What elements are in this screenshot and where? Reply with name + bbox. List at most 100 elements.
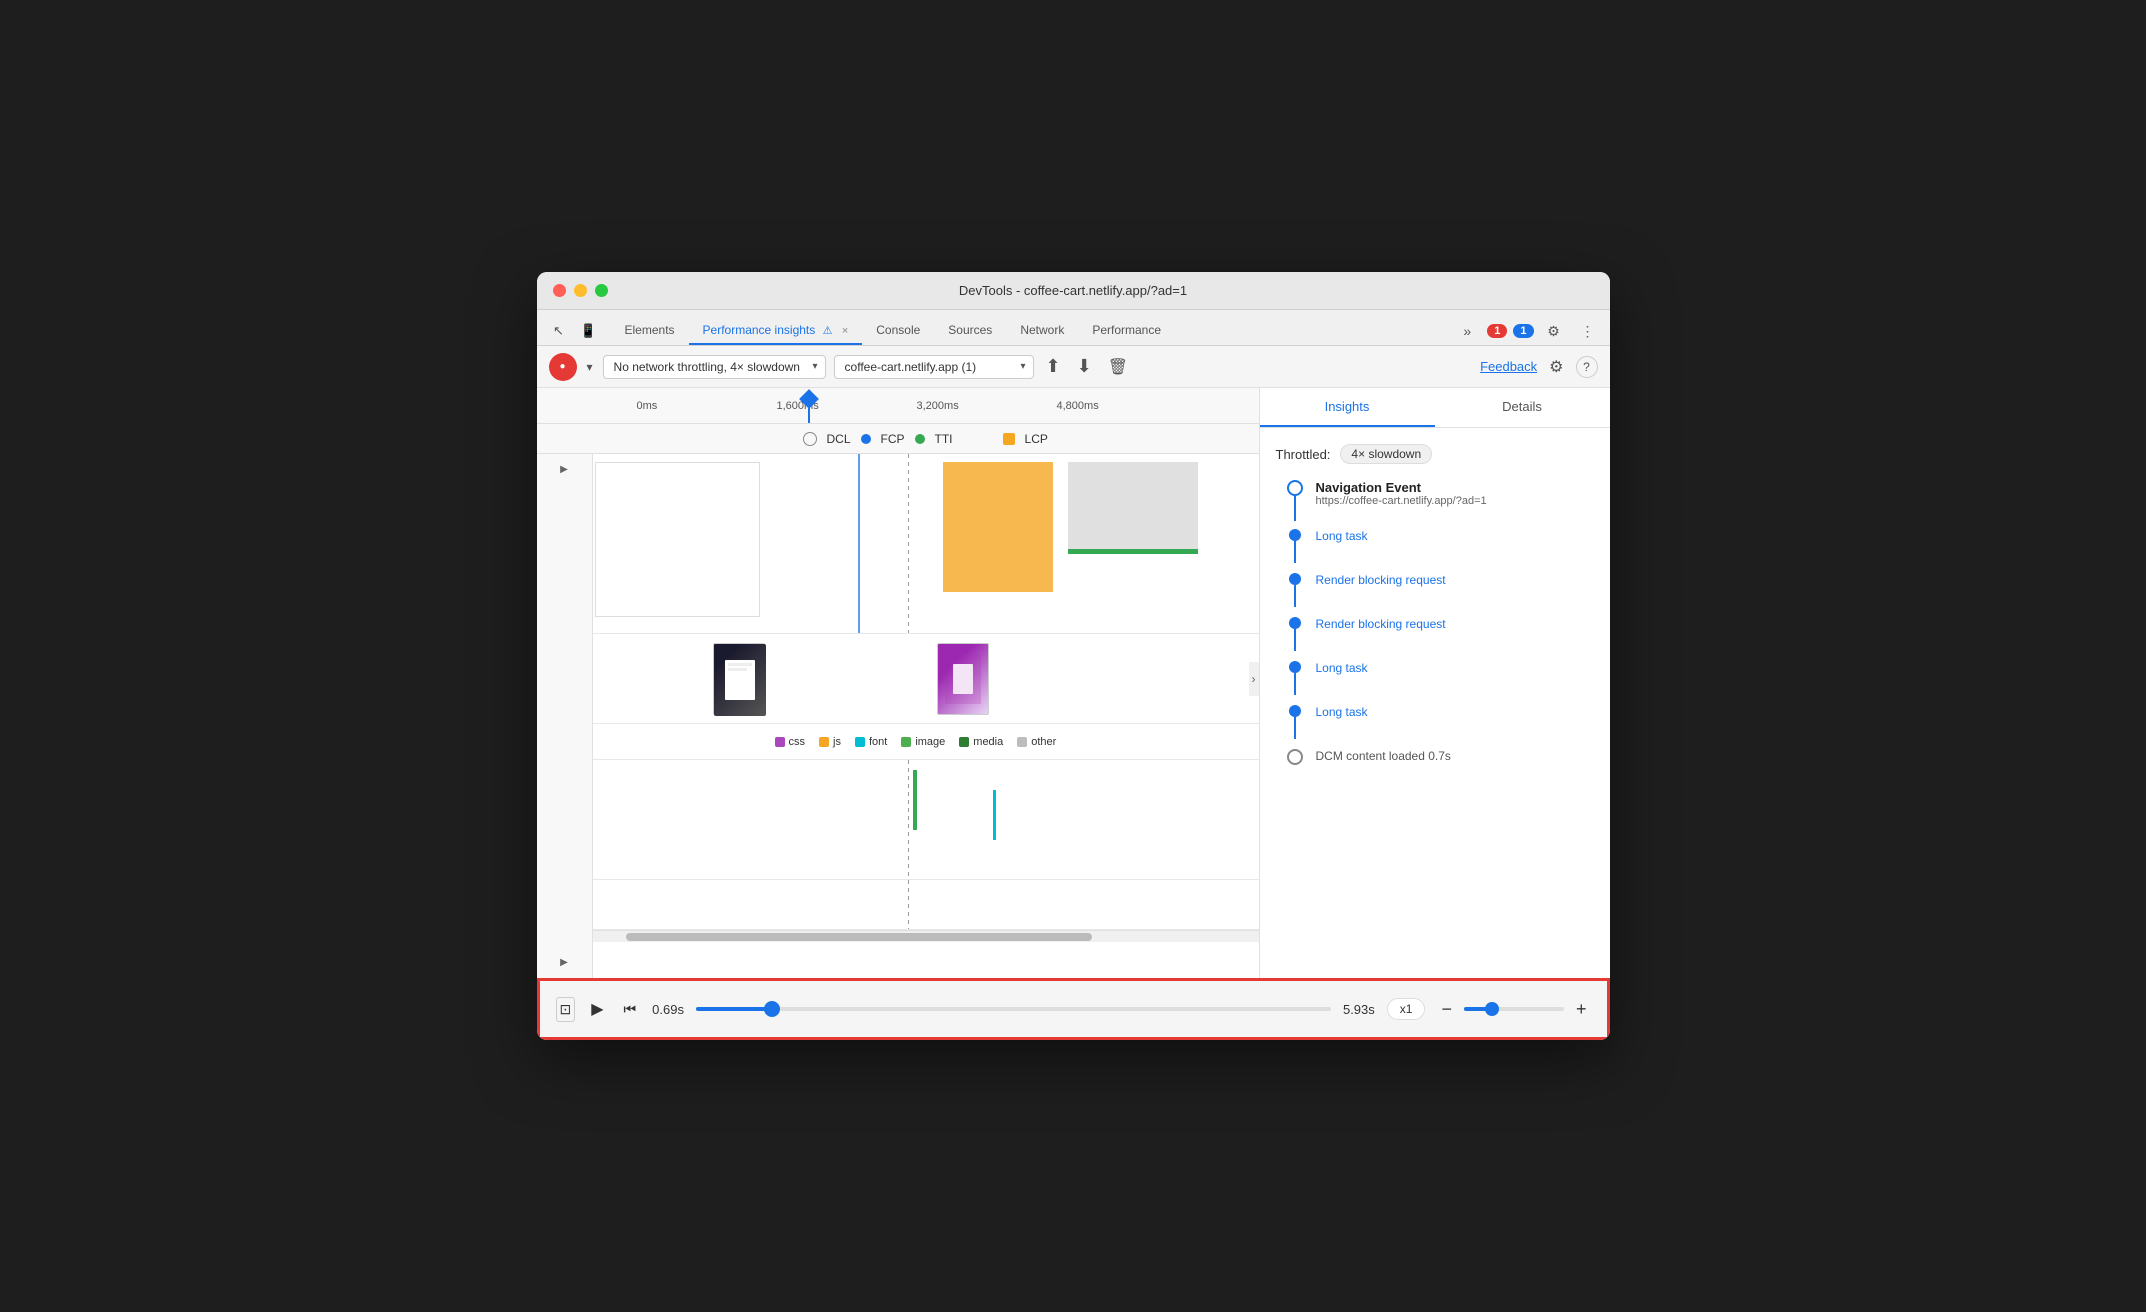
devtools-window: DevTools - coffee-cart.netlify.app/?ad=1… <box>537 272 1610 1040</box>
ruler-3200ms: 3,200ms <box>917 400 959 412</box>
record-button[interactable]: ● <box>549 353 577 381</box>
timeline-ruler: 0ms 1,600ms 3,200ms 4,800ms <box>537 388 1259 424</box>
inspect-tool-button[interactable]: ↖ <box>545 317 573 345</box>
zoom-controls: − + <box>1437 995 1590 1024</box>
throttle-value: 4× slowdown <box>1340 444 1432 464</box>
insights-tabs: Insights Details <box>1260 388 1610 428</box>
nav-event-url: https://coffee-cart.netlify.app/?ad=1 <box>1316 495 1487 507</box>
item-4-dot <box>1289 705 1301 717</box>
scrollbar-thumb[interactable] <box>626 933 1092 941</box>
item-2-line <box>1294 629 1296 651</box>
marker-dcl: DCL <box>827 432 851 446</box>
nav-event-line <box>1294 496 1296 521</box>
vertical-dashed-3 <box>908 880 909 929</box>
captions-button[interactable]: ⊡ <box>556 997 576 1022</box>
vertical-dashed-2 <box>908 760 909 879</box>
marker-fcp: FCP <box>881 432 905 446</box>
tab-performance[interactable]: Performance <box>1078 317 1175 345</box>
titlebar: DevTools - coffee-cart.netlify.app/?ad=1 <box>537 272 1610 310</box>
tab-network[interactable]: Network <box>1006 317 1078 345</box>
time-start-label: 0.69s <box>652 1002 684 1017</box>
zoom-thumb[interactable] <box>1485 1002 1499 1016</box>
legend-image-color <box>901 737 911 747</box>
minimize-button[interactable] <box>574 284 587 297</box>
expand-arrow-top[interactable]: ▶ <box>560 464 568 475</box>
insights-content: Throttled: 4× slowdown Navigation Event <box>1260 428 1610 978</box>
item-0-dot-container <box>1284 529 1306 563</box>
screenshot-thumb-purple <box>937 643 989 715</box>
tab-warning-icon: ⚠ <box>823 325 833 337</box>
legend-media-color <box>959 737 969 747</box>
legend-other: other <box>1017 736 1056 748</box>
item-1-line <box>1294 585 1296 607</box>
timeline-body: ▶ ▶ <box>537 454 1259 978</box>
item-0-dot <box>1289 529 1301 541</box>
insight-link-1[interactable]: Render blocking request <box>1316 573 1446 607</box>
item-3-dot-container <box>1284 661 1306 695</box>
tab-close-icon[interactable]: × <box>842 325 848 337</box>
timeline-left-bar: ▶ ▶ <box>537 454 593 978</box>
message-badge: 1 <box>1513 324 1533 338</box>
download-button[interactable]: ⬇ <box>1073 352 1096 381</box>
tab-elements[interactable]: Elements <box>611 317 689 345</box>
time-end-label: 5.93s <box>1343 1002 1375 1017</box>
bottom-row <box>593 880 1259 930</box>
tab-bar: ↖ 📱 Elements Performance insights ⚠ × Co… <box>537 310 1610 346</box>
scrubber-thumb[interactable] <box>764 1001 780 1017</box>
tab-insights[interactable]: Insights <box>1260 388 1435 427</box>
cyan-bar <box>993 790 996 840</box>
tab-console[interactable]: Console <box>862 317 934 345</box>
page-placeholder <box>595 462 760 617</box>
zoom-in-button[interactable]: + <box>1572 995 1591 1024</box>
fcp-dot <box>861 434 871 444</box>
tab-performance-insights[interactable]: Performance insights ⚠ × <box>689 317 863 345</box>
insight-link-2[interactable]: Render blocking request <box>1316 617 1446 651</box>
item-3-line <box>1294 673 1296 695</box>
insight-item-4: Long task <box>1284 705 1594 739</box>
toolbar-settings-button[interactable]: ⚙ <box>1545 353 1567 381</box>
feedback-button[interactable]: Feedback <box>1480 359 1537 374</box>
timeline-scrubber[interactable] <box>802 388 816 423</box>
maximize-button[interactable] <box>595 284 608 297</box>
ruler-4800ms: 4,800ms <box>1057 400 1099 412</box>
settings-button[interactable]: ⚙ <box>1540 317 1568 345</box>
devtools-toolbar: ● ▾ No network throttling, 4× slowdown c… <box>537 346 1610 388</box>
network-rows <box>593 760 1259 880</box>
legend-media: media <box>959 736 1003 748</box>
legend-js: js <box>819 736 841 748</box>
more-tabs-button[interactable]: » <box>1453 317 1481 345</box>
insight-item-0: Long task <box>1284 529 1594 563</box>
close-button[interactable] <box>553 284 566 297</box>
zoom-track[interactable] <box>1464 1007 1564 1011</box>
tab-sources[interactable]: Sources <box>934 317 1006 345</box>
scrollbar-area[interactable] <box>593 930 1259 942</box>
record-dropdown-button[interactable]: ▾ <box>585 358 595 376</box>
throttle-dropdown[interactable]: No network throttling, 4× slowdown <box>603 355 826 379</box>
item-4-line <box>1294 717 1296 739</box>
vertical-dashed-line <box>908 454 909 633</box>
help-button[interactable]: ? <box>1576 356 1598 378</box>
legend-bar: css js font image <box>593 724 1259 760</box>
timeline-expand-right[interactable]: › <box>1249 662 1259 696</box>
more-options-button[interactable]: ⋮ <box>1574 317 1602 345</box>
insight-link-3[interactable]: Long task <box>1316 661 1368 695</box>
expand-arrow-bottom[interactable]: ▶ <box>560 957 568 968</box>
marker-tti: TTI <box>935 432 953 446</box>
insight-link-4[interactable]: Long task <box>1316 705 1368 739</box>
target-dropdown[interactable]: coffee-cart.netlify.app (1) <box>834 355 1034 379</box>
item-2-dot <box>1289 617 1301 629</box>
item-1-dot <box>1289 573 1301 585</box>
lcp-block-orange <box>943 462 1053 592</box>
tab-details[interactable]: Details <box>1435 388 1610 427</box>
scrubber-track[interactable] <box>696 1007 1331 1011</box>
device-toolbar-button[interactable]: 📱 <box>575 317 603 345</box>
timeline-markers: DCL FCP TTI LCP <box>537 424 1259 454</box>
insight-link-0[interactable]: Long task <box>1316 529 1368 563</box>
play-button[interactable]: ▶ <box>587 995 607 1023</box>
legend-css: css <box>775 736 806 748</box>
zoom-out-button[interactable]: − <box>1437 995 1456 1024</box>
clear-button[interactable]: 🗑 <box>1104 353 1132 381</box>
speed-badge[interactable]: x1 <box>1387 998 1426 1020</box>
skip-start-button[interactable]: ⏮ <box>620 997 641 1022</box>
upload-button[interactable]: ⬆ <box>1042 352 1065 381</box>
